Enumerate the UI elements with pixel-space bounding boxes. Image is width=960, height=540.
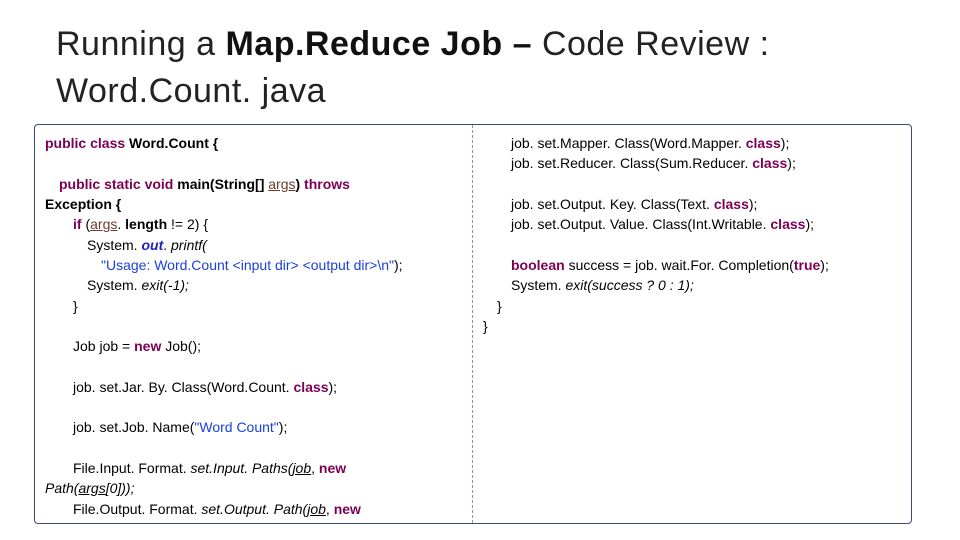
- code-col-right: job. set.Mapper. Class(Word.Mapper. clas…: [473, 125, 911, 523]
- code-line: System. exit(success ? 0 : 1);: [483, 275, 901, 295]
- code-line: [483, 174, 901, 194]
- code-line: File.Output. Format. set.Output. Path(jo…: [45, 499, 462, 519]
- code-line: job. set.Output. Value. Class(Int.Writab…: [483, 214, 901, 234]
- code-col-left: public class Word.Count { public static …: [35, 125, 473, 523]
- code-line: "Usage: Word.Count <input dir> <output d…: [45, 255, 462, 275]
- code-line: [45, 153, 462, 173]
- slide-title-line1: Running a Map.Reduce Job – Code Review :: [56, 24, 924, 65]
- code-line: job. set.Jar. By. Class(Word.Count. clas…: [45, 377, 462, 397]
- code-line: job. set.Output. Key. Class(Text. class)…: [483, 194, 901, 214]
- code-line: }: [483, 316, 901, 336]
- title-post: Code Review :: [542, 25, 770, 63]
- code-line: job. set.Job. Name("Word Count");: [45, 417, 462, 437]
- slide: Running a Map.Reduce Job – Code Review :…: [0, 0, 960, 540]
- code-line: [45, 397, 462, 417]
- code-line: public class Word.Count {: [45, 133, 462, 153]
- code-line: Job job = new Job();: [45, 336, 462, 356]
- code-line: [45, 316, 462, 336]
- code-line: public static void main(String[] args) t…: [45, 174, 462, 194]
- code-line: job. set.Reducer. Class(Sum.Reducer. cla…: [483, 153, 901, 173]
- code-line: [45, 438, 462, 458]
- code-line: boolean success = job. wait.For. Complet…: [483, 255, 901, 275]
- code-line: }: [45, 296, 462, 316]
- slide-title-line2: Word.Count. java: [56, 73, 924, 110]
- code-line: System. out. printf(: [45, 235, 462, 255]
- code-line: [45, 356, 462, 376]
- code-line: job. set.Mapper. Class(Word.Mapper. clas…: [483, 133, 901, 153]
- code-line: System. exit(-1);: [45, 275, 462, 295]
- code-line: File.Input. Format. set.Input. Paths(job…: [45, 458, 462, 478]
- code-line: }: [483, 296, 901, 316]
- code-line: Exception {: [45, 194, 462, 214]
- title-bold: Map.Reduce Job –: [225, 25, 541, 63]
- title-pre: Running a: [56, 25, 225, 63]
- code-line: if (args. length != 2) {: [45, 214, 462, 234]
- code-box: public class Word.Count { public static …: [34, 124, 912, 524]
- code-line: Path(args[0]));: [45, 478, 462, 498]
- code-line: [483, 235, 901, 255]
